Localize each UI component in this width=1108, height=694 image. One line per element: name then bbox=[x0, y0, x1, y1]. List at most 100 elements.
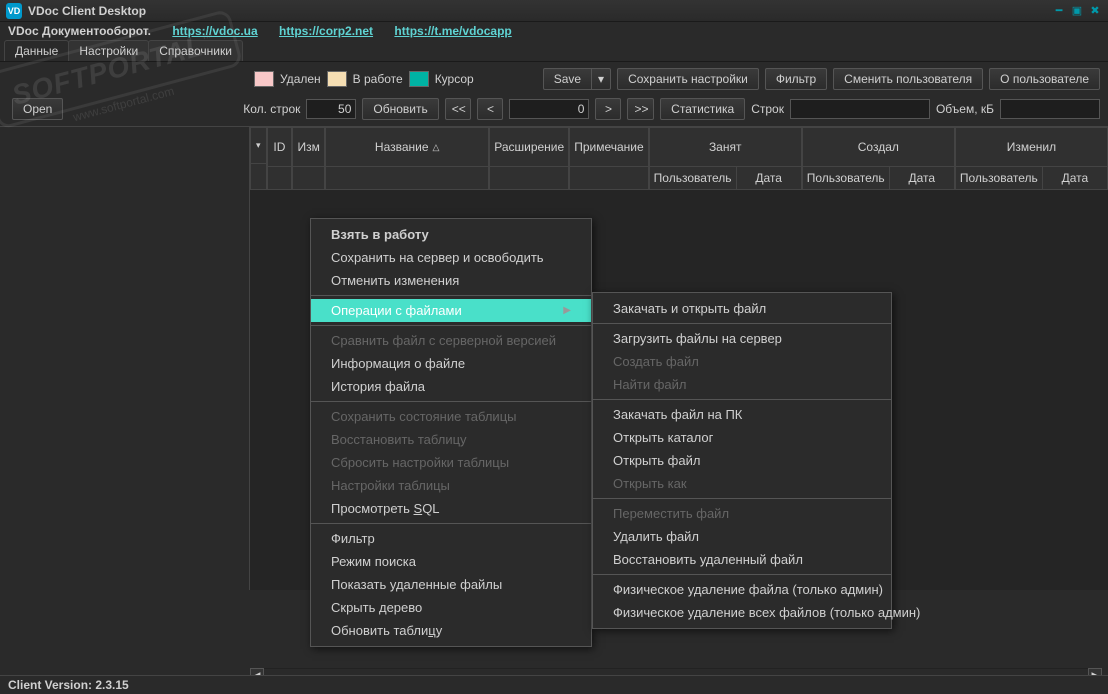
tab-data[interactable]: Данные bbox=[4, 40, 69, 61]
save-settings-button[interactable]: Сохранить настройки bbox=[617, 68, 759, 90]
menu-separator bbox=[593, 574, 891, 575]
menu-item[interactable]: Взять в работу bbox=[311, 223, 591, 246]
minimize-icon[interactable]: ━ bbox=[1052, 4, 1066, 18]
column-changed-date[interactable]: Дата bbox=[1043, 167, 1107, 189]
menu-item[interactable]: Обновить таблицу bbox=[311, 619, 591, 642]
menu-item: Настройки таблицы bbox=[311, 474, 591, 497]
nav-prev-button[interactable]: < bbox=[477, 98, 503, 120]
menu-item[interactable]: Просмотреть SQL bbox=[311, 497, 591, 520]
position-input[interactable] bbox=[509, 99, 589, 119]
tab-settings[interactable]: Настройки bbox=[68, 40, 149, 61]
menu-separator bbox=[311, 325, 591, 326]
tab-bar: Данные Настройки Справочники bbox=[0, 40, 1108, 62]
chevron-right-icon: ▶ bbox=[563, 305, 571, 316]
column-created[interactable]: Создал bbox=[803, 128, 954, 167]
toolbar-bottom: Open Кол. строк Обновить << < > >> Стати… bbox=[0, 96, 1108, 126]
tab-references[interactable]: Справочники bbox=[148, 40, 243, 61]
context-submenu: Закачать и открыть файл Загрузить файлы н… bbox=[592, 292, 892, 629]
legend-deleted: Удален bbox=[280, 72, 321, 86]
column-id[interactable]: ID bbox=[268, 128, 292, 167]
maximize-icon[interactable]: ▣ bbox=[1070, 4, 1084, 18]
menu-separator bbox=[593, 323, 891, 324]
menu-item: Сохранить состояние таблицы bbox=[311, 405, 591, 428]
grid-header: ▾ ID Изм Название △ Расширение Примечани… bbox=[250, 127, 1108, 190]
column-busy[interactable]: Занят bbox=[650, 128, 801, 167]
link-corp2[interactable]: https://corp2.net bbox=[279, 24, 373, 38]
column-created-user[interactable]: Пользователь bbox=[803, 167, 890, 189]
menu-item: Открыть как bbox=[593, 472, 891, 495]
menu-item: Сбросить настройки таблицы bbox=[311, 451, 591, 474]
sort-asc-icon: △ bbox=[433, 142, 440, 153]
menu-item[interactable]: Восстановить удаленный файл bbox=[593, 548, 891, 571]
column-name[interactable]: Название △ bbox=[326, 128, 488, 167]
menu-separator bbox=[311, 295, 591, 296]
column-changed-user[interactable]: Пользователь bbox=[956, 167, 1043, 189]
filter-button[interactable]: Фильтр bbox=[765, 68, 827, 90]
legend-swatch-inwork bbox=[327, 71, 347, 87]
column-created-date[interactable]: Дата bbox=[890, 167, 954, 189]
menu-item[interactable]: История файла bbox=[311, 375, 591, 398]
link-vdoc[interactable]: https://vdoc.ua bbox=[172, 24, 257, 38]
column-change[interactable]: Изм bbox=[293, 128, 324, 167]
menu-item[interactable]: Открыть файл bbox=[593, 449, 891, 472]
change-user-button[interactable]: Сменить пользователя bbox=[833, 68, 983, 90]
link-telegram[interactable]: https://t.me/vdocapp bbox=[394, 24, 511, 38]
status-bar: Client Version: 2.3.15 bbox=[0, 675, 1108, 694]
context-menu: Взять в работуСохранить на сервер и осво… bbox=[310, 218, 592, 647]
header-links: VDoc Документооборот. https://vdoc.ua ht… bbox=[0, 22, 1108, 40]
menu-item[interactable]: Закачать и открыть файл bbox=[593, 297, 891, 320]
stats-button[interactable]: Статистика bbox=[660, 98, 745, 120]
legend-swatch-cursor bbox=[409, 71, 429, 87]
menu-item[interactable]: Загрузить файлы на сервер bbox=[593, 327, 891, 350]
tree-panel bbox=[0, 127, 250, 590]
menu-item: Создать файл bbox=[593, 350, 891, 373]
nav-last-button[interactable]: >> bbox=[627, 98, 654, 120]
menu-item: Переместить файл bbox=[593, 502, 891, 525]
column-busy-user[interactable]: Пользователь bbox=[650, 167, 737, 189]
close-icon[interactable]: ✖ bbox=[1088, 4, 1102, 18]
menu-item[interactable]: Операции с файлами▶ bbox=[311, 299, 591, 322]
menu-separator bbox=[311, 523, 591, 524]
volume-label: Объем, кБ bbox=[936, 102, 994, 116]
menu-item[interactable]: Фильтр bbox=[311, 527, 591, 550]
menu-item: Найти файл bbox=[593, 373, 891, 396]
legend-cursor: Курсор bbox=[435, 72, 474, 86]
menu-separator bbox=[311, 401, 591, 402]
save-button[interactable]: Save▾ bbox=[543, 68, 611, 90]
window-title: VDoc Client Desktop bbox=[28, 4, 1048, 18]
open-button[interactable]: Open bbox=[12, 98, 63, 120]
nav-first-button[interactable]: << bbox=[445, 98, 472, 120]
menu-item[interactable]: Физическое удаление файла (только админ) bbox=[593, 578, 891, 601]
volume-input[interactable] bbox=[1000, 99, 1100, 119]
menu-item[interactable]: Режим поиска bbox=[311, 550, 591, 573]
menu-separator bbox=[593, 498, 891, 499]
about-user-button[interactable]: О пользователе bbox=[989, 68, 1100, 90]
menu-item: Сравнить файл с серверной версией bbox=[311, 329, 591, 352]
titlebar: VD VDoc Client Desktop ━ ▣ ✖ bbox=[0, 0, 1108, 22]
menu-item[interactable]: Удалить файл bbox=[593, 525, 891, 548]
menu-item[interactable]: Отменить изменения bbox=[311, 269, 591, 292]
column-selector[interactable]: ▾ bbox=[251, 128, 266, 164]
lines-label: Строк bbox=[751, 102, 784, 116]
menu-item[interactable]: Скрыть дерево bbox=[311, 596, 591, 619]
lines-input[interactable] bbox=[790, 99, 930, 119]
menu-item[interactable]: Сохранить на сервер и освободить bbox=[311, 246, 591, 269]
rows-input[interactable] bbox=[306, 99, 356, 119]
menu-item[interactable]: Открыть каталог bbox=[593, 426, 891, 449]
menu-item: Восстановить таблицу bbox=[311, 428, 591, 451]
toolbar-top: Удален В работе Курсор Save▾ Сохранить н… bbox=[0, 62, 1108, 96]
column-changed[interactable]: Изменил bbox=[956, 128, 1107, 167]
menu-item[interactable]: Закачать файл на ПК bbox=[593, 403, 891, 426]
refresh-button[interactable]: Обновить bbox=[362, 98, 438, 120]
menu-item[interactable]: Информация о файле bbox=[311, 352, 591, 375]
column-note[interactable]: Примечание bbox=[570, 128, 647, 167]
menu-item[interactable]: Физическое удаление всех файлов (только … bbox=[593, 601, 891, 624]
column-extension[interactable]: Расширение bbox=[490, 128, 568, 167]
rows-label: Кол. строк bbox=[243, 102, 300, 116]
menu-item[interactable]: Показать удаленные файлы bbox=[311, 573, 591, 596]
column-busy-date[interactable]: Дата bbox=[737, 167, 801, 189]
nav-next-button[interactable]: > bbox=[595, 98, 621, 120]
chevron-down-icon[interactable]: ▾ bbox=[591, 69, 610, 89]
legend-inwork: В работе bbox=[353, 72, 403, 86]
menu-separator bbox=[593, 399, 891, 400]
